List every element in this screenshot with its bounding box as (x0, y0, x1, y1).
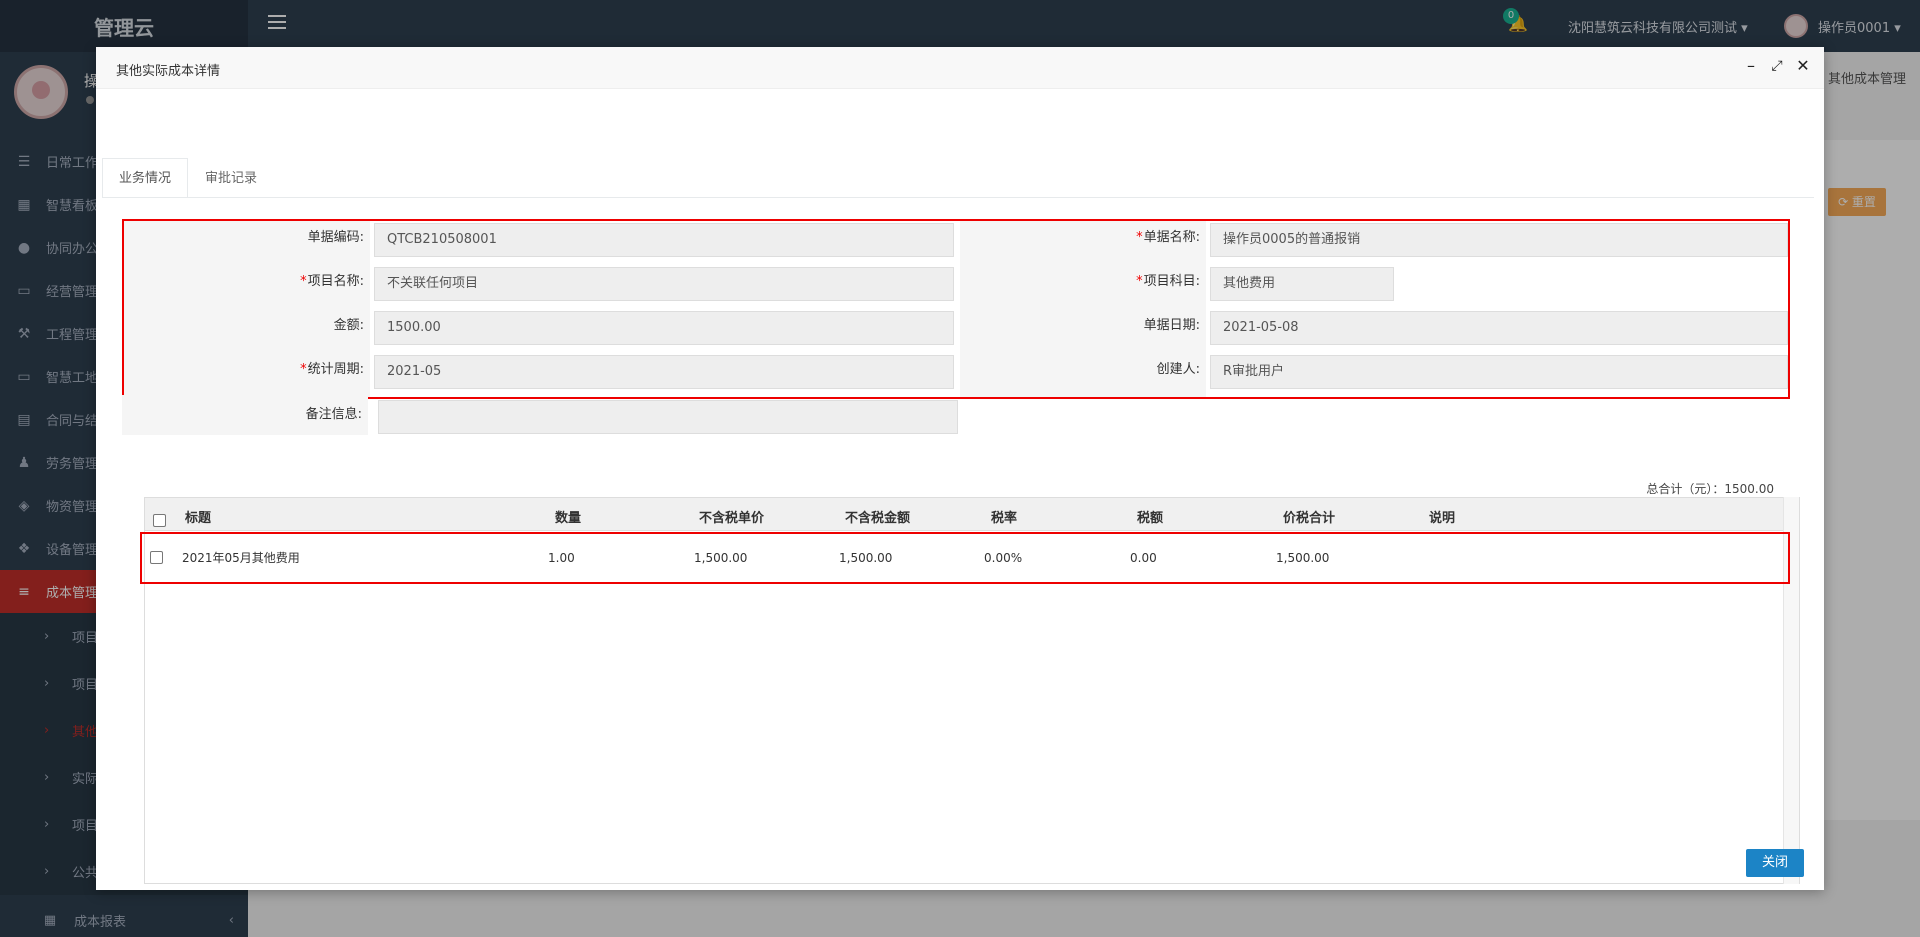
column-header[interactable]: 标题 (185, 498, 211, 532)
cell-title: 2021年05月其他费用 (182, 551, 300, 565)
project-field[interactable]: 不关联任何项目 (374, 267, 954, 301)
cell-amount: 1,500.00 (839, 551, 893, 565)
modal-title: 其他实际成本详情 (116, 64, 221, 79)
period-label: *统计周期: (300, 362, 364, 377)
name-label: *单据名称: (1136, 230, 1200, 245)
detail-modal: 其他实际成本详情 – ⤢ ✕ 业务情况 审批记录 单据编码: QTCB21050… (96, 47, 1824, 890)
period-field[interactable]: 2021-05 (374, 355, 954, 389)
remark-label: 备注信息: (305, 407, 362, 422)
tab-divider (102, 197, 1814, 198)
column-header[interactable]: 税额 (1137, 498, 1163, 532)
cell-total: 1,500.00 (1276, 551, 1330, 565)
grand-total: 总合计（元）：1500.00 (1646, 482, 1774, 496)
select-all-checkbox[interactable] (153, 514, 166, 527)
required-mark: * (1136, 274, 1143, 289)
code-label: 单据编码: (307, 230, 364, 245)
table-header: 标题 数量 不含税单价 不含税金额 税率 税额 价税合计 说明 (145, 497, 1785, 531)
form-section: 单据编码: QTCB210508001 *单据名称: 操作员0005的普通报销 … (122, 219, 1790, 399)
required-mark: * (300, 274, 307, 289)
close-button[interactable]: 关闭 (1746, 849, 1804, 877)
column-header[interactable]: 不含税单价 (699, 498, 764, 532)
cell-tax: 0.00 (1130, 551, 1157, 565)
minimize-icon[interactable]: – (1742, 57, 1760, 75)
remark-field[interactable] (378, 400, 958, 434)
column-header[interactable]: 税率 (991, 498, 1017, 532)
subject-field[interactable]: 其他费用 (1210, 267, 1394, 301)
required-mark: * (1136, 230, 1143, 245)
close-icon[interactable]: ✕ (1794, 57, 1812, 75)
cell-unit-price: 1,500.00 (694, 551, 748, 565)
tab-business[interactable]: 业务情况 (102, 158, 189, 198)
maximize-icon[interactable]: ⤢ (1768, 57, 1786, 75)
tab-approval-records[interactable]: 审批记录 (188, 158, 274, 198)
date-label: 单据日期: (1143, 318, 1200, 333)
column-header[interactable]: 说明 (1429, 498, 1455, 532)
project-label: *项目名称: (300, 274, 364, 289)
creator-field[interactable]: R审批用户 (1210, 355, 1788, 389)
column-header[interactable]: 数量 (555, 498, 581, 532)
cell-tax-rate: 0.00% (984, 551, 1023, 565)
required-mark: * (300, 362, 307, 377)
table-row[interactable]: 2021年05月其他费用 1.00 1,500.00 1,500.00 0.00… (140, 532, 1790, 584)
cell-quantity: 1.00 (548, 551, 575, 565)
creator-label: 创建人: (1156, 362, 1200, 377)
amount-label: 金额: (333, 318, 364, 333)
code-field[interactable]: QTCB210508001 (374, 223, 954, 257)
amount-field[interactable]: 1500.00 (374, 311, 954, 345)
tab-bar: 业务情况 审批记录 (102, 158, 274, 198)
column-header[interactable]: 价税合计 (1283, 498, 1335, 532)
name-field[interactable]: 操作员0005的普通报销 (1210, 223, 1788, 257)
subject-label: *项目科目: (1136, 274, 1200, 289)
column-header[interactable]: 不含税金额 (845, 498, 910, 532)
date-field[interactable]: 2021-05-08 (1210, 311, 1788, 345)
modal-header: 其他实际成本详情 – ⤢ ✕ (96, 47, 1824, 89)
row-checkbox[interactable] (150, 551, 163, 564)
